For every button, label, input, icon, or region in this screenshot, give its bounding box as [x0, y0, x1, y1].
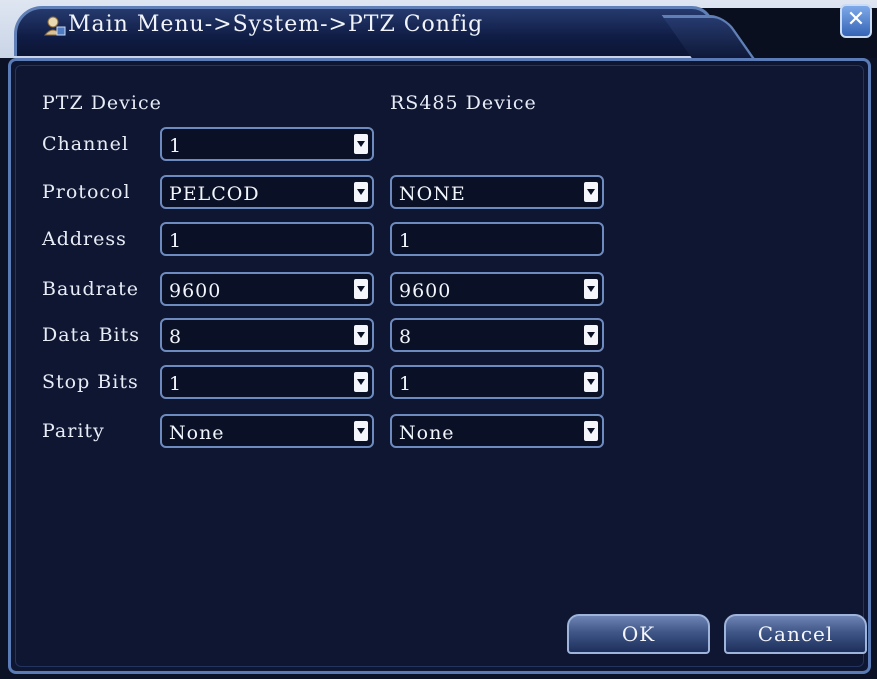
ptz-parity-value: None: [169, 422, 225, 444]
chevron-down-icon: [354, 182, 368, 202]
ptz-baudrate-value: 9600: [169, 280, 222, 302]
ptz-protocol-select[interactable]: PELCOD: [160, 175, 374, 209]
ptz-address-value: 1: [169, 230, 183, 252]
baudrate-label: Baudrate: [42, 278, 139, 300]
parity-label: Parity: [42, 420, 105, 442]
ptz-baudrate-select[interactable]: 9600: [160, 272, 374, 306]
ptz-data-bits-value: 8: [169, 326, 183, 348]
chevron-down-icon: [584, 325, 598, 345]
ptz-stop-bits-select[interactable]: 1: [160, 365, 374, 399]
chevron-down-icon: [354, 372, 368, 392]
ptz-data-bits-select[interactable]: 8: [160, 318, 374, 352]
chevron-down-icon: [354, 134, 368, 154]
rs485-protocol-select[interactable]: NONE: [390, 175, 604, 209]
rs485-protocol-value: NONE: [399, 183, 466, 205]
ptz-protocol-value: PELCOD: [169, 183, 260, 205]
ptz-address-input[interactable]: 1: [160, 222, 374, 256]
stop-bits-label: Stop Bits: [42, 371, 139, 393]
chevron-down-icon: [584, 421, 598, 441]
rs485-device-header: RS485 Device: [390, 92, 537, 114]
ptz-stop-bits-value: 1: [169, 373, 183, 395]
rs485-stop-bits-value: 1: [399, 373, 413, 395]
rs485-address-input[interactable]: 1: [390, 222, 604, 256]
cancel-button[interactable]: Cancel: [724, 614, 867, 654]
chevron-down-icon: [354, 279, 368, 299]
user-icon: [44, 16, 66, 36]
ptz-channel-select[interactable]: 1: [160, 127, 374, 161]
rs485-baudrate-value: 9600: [399, 280, 452, 302]
ptz-parity-select[interactable]: None: [160, 414, 374, 448]
chevron-down-icon: [354, 421, 368, 441]
rs485-parity-select[interactable]: None: [390, 414, 604, 448]
rs485-stop-bits-select[interactable]: 1: [390, 365, 604, 399]
close-button[interactable]: ✕: [840, 4, 872, 38]
window-title: Main Menu->System->PTZ Config: [68, 12, 484, 37]
chevron-down-icon: [354, 325, 368, 345]
ptz-channel-value: 1: [169, 135, 183, 157]
ptz-config-window: Main Menu->System->PTZ Config ✕ PTZ Devi…: [0, 0, 877, 679]
chevron-down-icon: [584, 279, 598, 299]
rs485-data-bits-value: 8: [399, 326, 413, 348]
rs485-address-value: 1: [399, 230, 413, 252]
address-label: Address: [42, 228, 127, 250]
chevron-down-icon: [584, 182, 598, 202]
chevron-down-icon: [584, 372, 598, 392]
ok-button[interactable]: OK: [567, 614, 710, 654]
close-icon: ✕: [846, 7, 866, 32]
protocol-label: Protocol: [42, 181, 131, 203]
rs485-data-bits-select[interactable]: 8: [390, 318, 604, 352]
channel-label: Channel: [42, 133, 129, 155]
rs485-parity-value: None: [399, 422, 455, 444]
data-bits-label: Data Bits: [42, 324, 140, 346]
rs485-baudrate-select[interactable]: 9600: [390, 272, 604, 306]
ptz-device-header: PTZ Device: [42, 92, 162, 114]
